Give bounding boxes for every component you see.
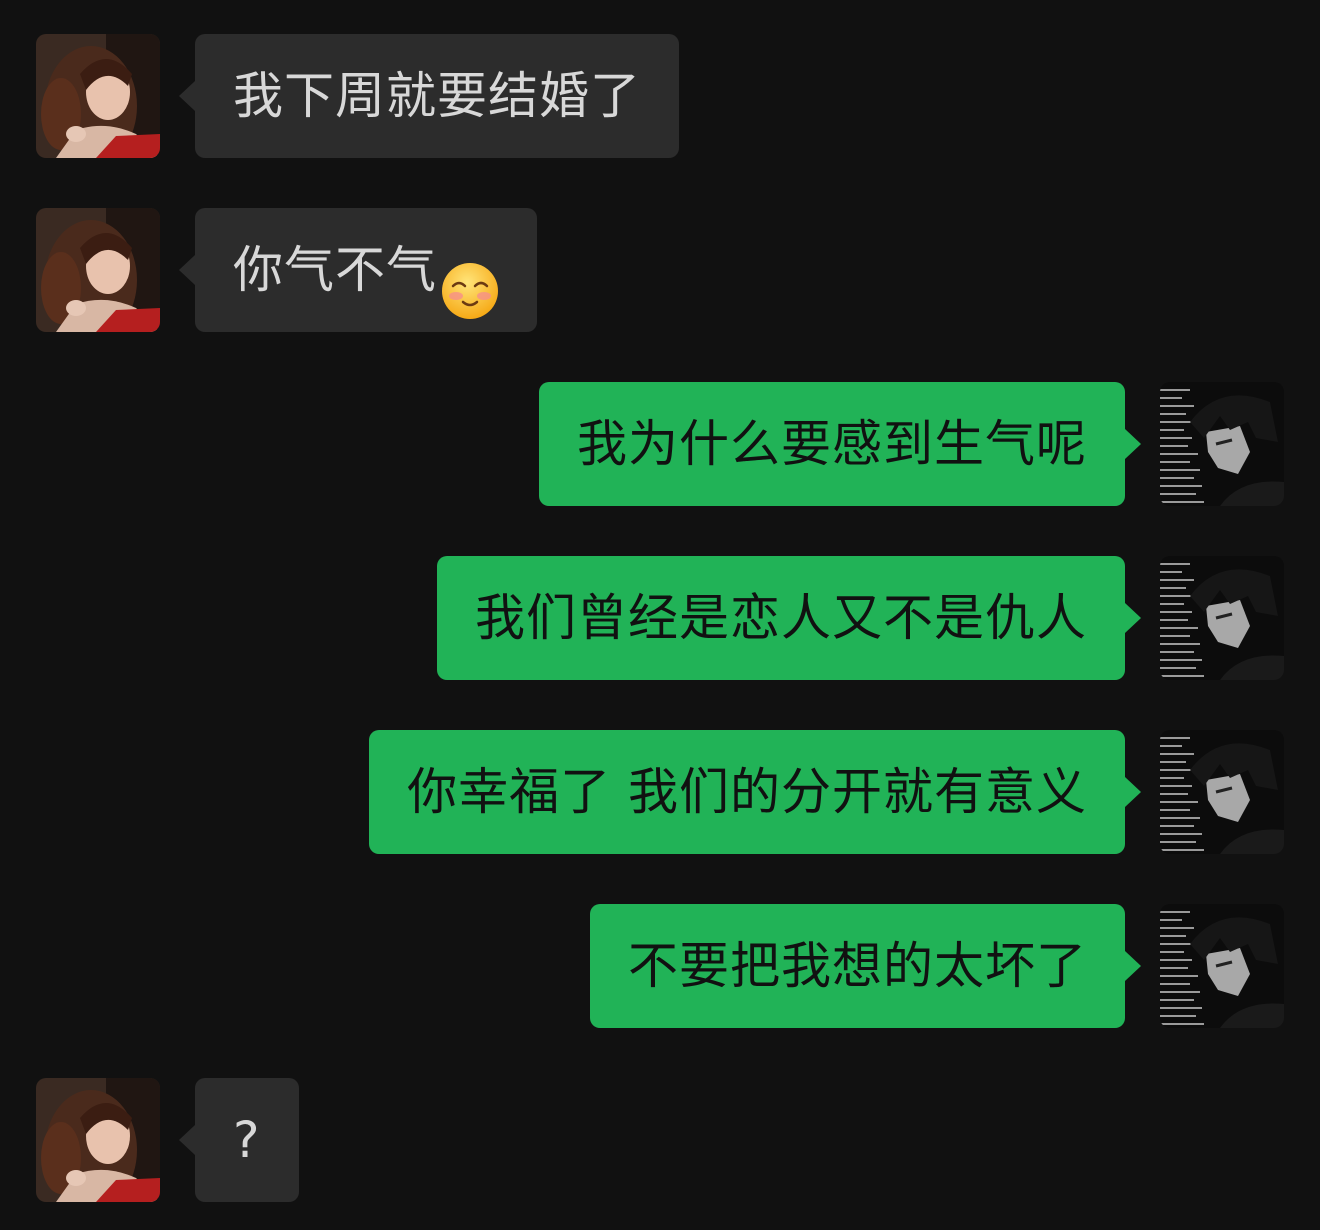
my-avatar[interactable] bbox=[1160, 904, 1284, 1028]
contact-avatar[interactable] bbox=[36, 34, 160, 158]
message-text: 我为什么要感到生气呢 bbox=[577, 415, 1087, 473]
message-row: ? bbox=[0, 1078, 1320, 1202]
message-text: 我们曾经是恋人又不是仇人 bbox=[475, 589, 1087, 647]
message-text: 不要把我想的太坏了 bbox=[628, 937, 1087, 995]
incoming-message-bubble[interactable]: ? bbox=[179, 1078, 299, 1202]
message-row: 我为什么要感到生气呢 bbox=[0, 382, 1320, 506]
message-row: 我下周就要结婚了 bbox=[0, 34, 1320, 158]
outgoing-message-bubble[interactable]: 我为什么要感到生气呢 bbox=[539, 382, 1141, 506]
outgoing-message-bubble[interactable]: 你幸福了 我们的分开就有意义 bbox=[369, 730, 1141, 854]
my-avatar[interactable] bbox=[1160, 382, 1284, 506]
message-row: 不要把我想的太坏了 bbox=[0, 904, 1320, 1028]
contact-avatar[interactable] bbox=[36, 208, 160, 332]
message-row: 我们曾经是恋人又不是仇人 bbox=[0, 556, 1320, 680]
my-avatar[interactable] bbox=[1160, 556, 1284, 680]
incoming-message-bubble[interactable]: 我下周就要结婚了 bbox=[179, 34, 679, 158]
my-avatar[interactable] bbox=[1160, 730, 1284, 854]
outgoing-message-bubble[interactable]: 我们曾经是恋人又不是仇人 bbox=[437, 556, 1141, 680]
message-text: 我下周就要结婚了 bbox=[233, 67, 641, 125]
message-text: 你幸福了 我们的分开就有意义 bbox=[407, 763, 1087, 821]
outgoing-message-bubble[interactable]: 不要把我想的太坏了 bbox=[590, 904, 1141, 1028]
message-row: 你气不气 bbox=[0, 208, 1320, 332]
message-text: 你气不气 bbox=[233, 241, 437, 299]
incoming-message-bubble[interactable]: 你气不气 bbox=[179, 208, 537, 332]
contact-avatar[interactable] bbox=[36, 1078, 160, 1202]
pleading-face-emoji-icon bbox=[441, 241, 499, 319]
message-text: ? bbox=[233, 1111, 261, 1169]
message-row: 你幸福了 我们的分开就有意义 bbox=[0, 730, 1320, 854]
